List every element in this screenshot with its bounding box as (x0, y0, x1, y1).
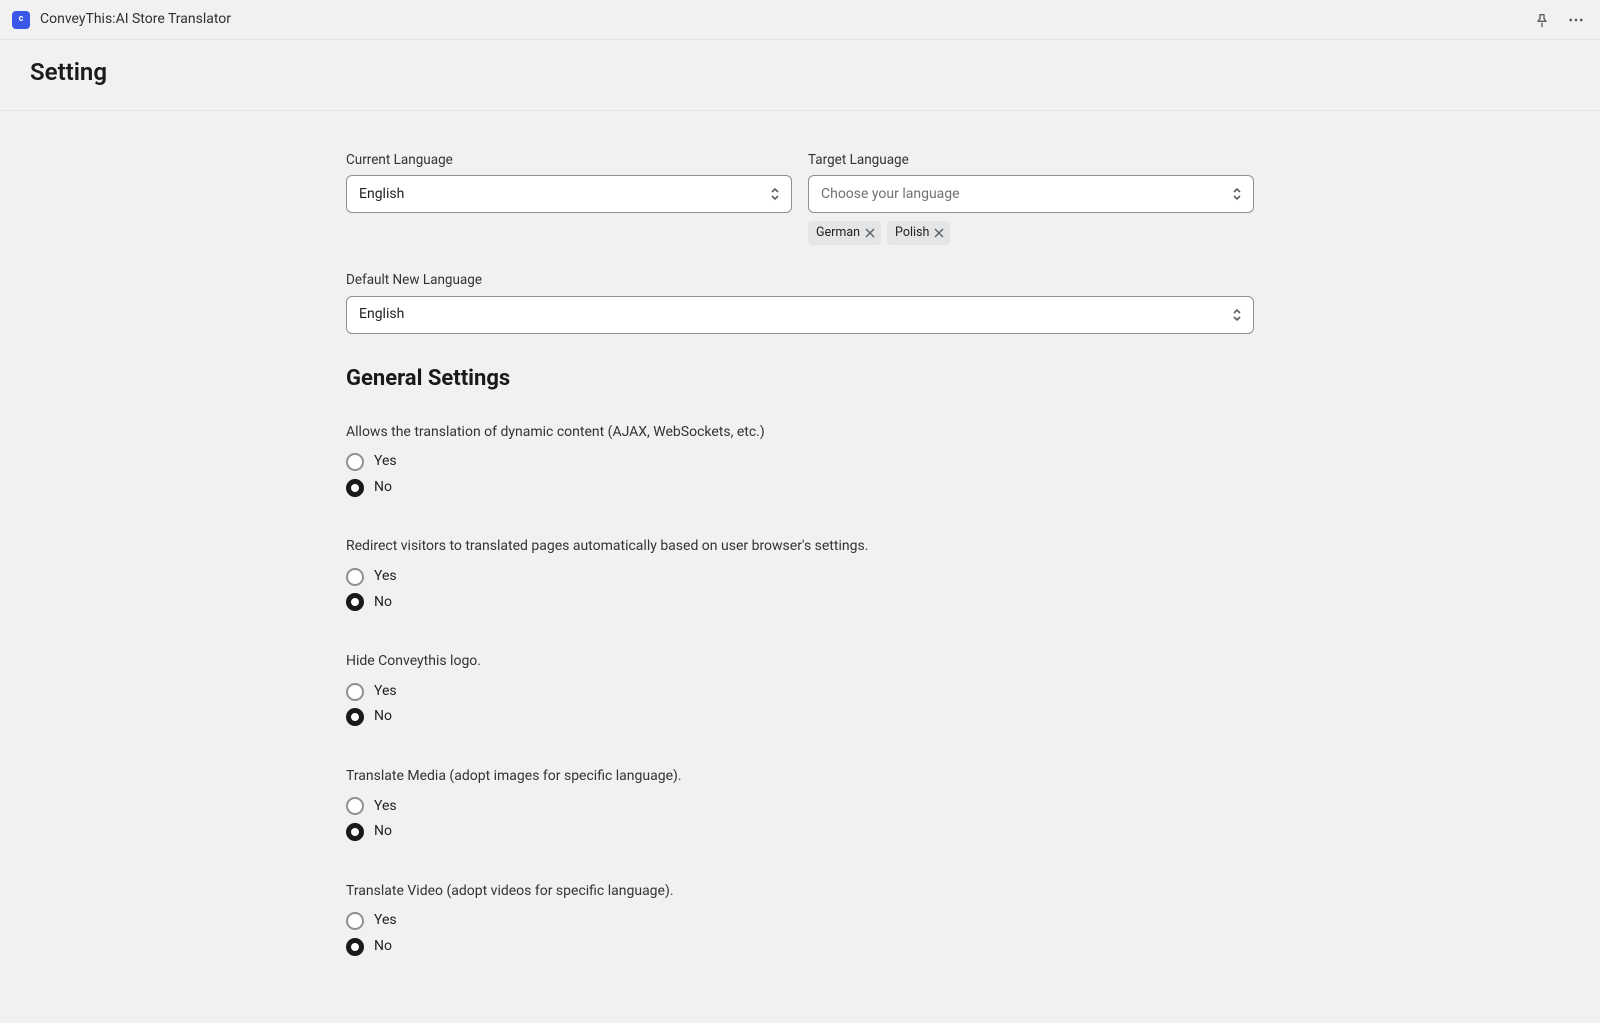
radio-label: No (374, 937, 392, 957)
general-settings-heading: General Settings (346, 364, 1254, 395)
page-header: Setting (0, 40, 1600, 111)
question-block: Translate Media (adopt images for specif… (346, 767, 1254, 842)
radio-label: No (374, 593, 392, 613)
question-block: Allows the translation of dynamic conten… (346, 423, 1254, 498)
question-block: Redirect visitors to translated pages au… (346, 537, 1254, 612)
language-tag: German (808, 221, 881, 245)
radio-icon (346, 568, 364, 586)
radio-label: No (374, 478, 392, 498)
chevron-updown-icon (1231, 186, 1243, 202)
remove-tag-icon[interactable] (865, 228, 875, 238)
general-settings-questions: Allows the translation of dynamic conten… (346, 423, 1254, 957)
current-language-label: Current Language (346, 151, 792, 170)
content: Current Language English Target Language… (346, 151, 1254, 963)
radio-label: Yes (374, 911, 397, 931)
question-block: Translate Video (adopt videos for specif… (346, 882, 1254, 957)
target-language-field: Target Language Choose your language Ger… (808, 151, 1254, 245)
language-tag-label: Polish (895, 224, 929, 242)
current-language-field: Current Language English (346, 151, 792, 245)
target-language-tags: German Polish (808, 221, 1254, 245)
language-tag: Polish (887, 221, 950, 245)
chevron-updown-icon (769, 186, 781, 202)
target-language-placeholder: Choose your language (821, 185, 960, 205)
radio-icon (346, 912, 364, 930)
top-bar-right (1532, 10, 1586, 30)
question-text: Allows the translation of dynamic conten… (346, 423, 1254, 443)
radio-option-no[interactable]: No (346, 593, 1254, 613)
radio-option-no[interactable]: No (346, 937, 1254, 957)
radio-option-yes[interactable]: Yes (346, 911, 1254, 931)
radio-icon (346, 708, 364, 726)
target-language-select[interactable]: Choose your language (808, 175, 1254, 213)
radio-label: No (374, 707, 392, 727)
default-new-language-field: Default New Language English (346, 271, 1254, 334)
current-language-select[interactable]: English (346, 175, 792, 213)
radio-label: No (374, 822, 392, 842)
radio-option-no[interactable]: No (346, 707, 1254, 727)
radio-option-no[interactable]: No (346, 478, 1254, 498)
radio-option-yes[interactable]: Yes (346, 797, 1254, 817)
page-title: Setting (30, 56, 1570, 90)
radio-icon (346, 683, 364, 701)
radio-label: Yes (374, 797, 397, 817)
radio-option-yes[interactable]: Yes (346, 567, 1254, 587)
radio-option-no[interactable]: No (346, 822, 1254, 842)
more-icon[interactable] (1566, 10, 1586, 30)
radio-icon (346, 938, 364, 956)
radio-icon (346, 479, 364, 497)
pin-icon[interactable] (1532, 10, 1552, 30)
question-text: Hide Conveythis logo. (346, 652, 1254, 672)
question-text: Translate Media (adopt images for specif… (346, 767, 1254, 787)
radio-icon (346, 593, 364, 611)
radio-option-yes[interactable]: Yes (346, 682, 1254, 702)
target-language-label: Target Language (808, 151, 1254, 170)
question-block: Hide Conveythis logo. Yes No (346, 652, 1254, 727)
question-text: Redirect visitors to translated pages au… (346, 537, 1254, 557)
default-new-language-value: English (359, 305, 404, 325)
default-new-language-select[interactable]: English (346, 296, 1254, 334)
radio-label: Yes (374, 682, 397, 702)
content-wrap: Current Language English Target Language… (0, 111, 1600, 1023)
radio-icon (346, 453, 364, 471)
default-new-language-label: Default New Language (346, 271, 1254, 290)
question-text: Translate Video (adopt videos for specif… (346, 882, 1254, 902)
radio-label: Yes (374, 452, 397, 472)
language-tag-label: German (816, 224, 860, 242)
top-bar-left: c ConveyThis:AI Store Translator (12, 10, 231, 30)
language-row: Current Language English Target Language… (346, 151, 1254, 245)
radio-label: Yes (374, 567, 397, 587)
top-bar: c ConveyThis:AI Store Translator (0, 0, 1600, 40)
chevron-updown-icon (1231, 307, 1243, 323)
remove-tag-icon[interactable] (934, 228, 944, 238)
radio-icon (346, 797, 364, 815)
radio-icon (346, 823, 364, 841)
app-title: ConveyThis:AI Store Translator (40, 10, 231, 30)
radio-option-yes[interactable]: Yes (346, 452, 1254, 472)
current-language-value: English (359, 185, 404, 205)
app-logo-letter: c (19, 13, 24, 26)
app-logo-icon: c (12, 11, 30, 29)
